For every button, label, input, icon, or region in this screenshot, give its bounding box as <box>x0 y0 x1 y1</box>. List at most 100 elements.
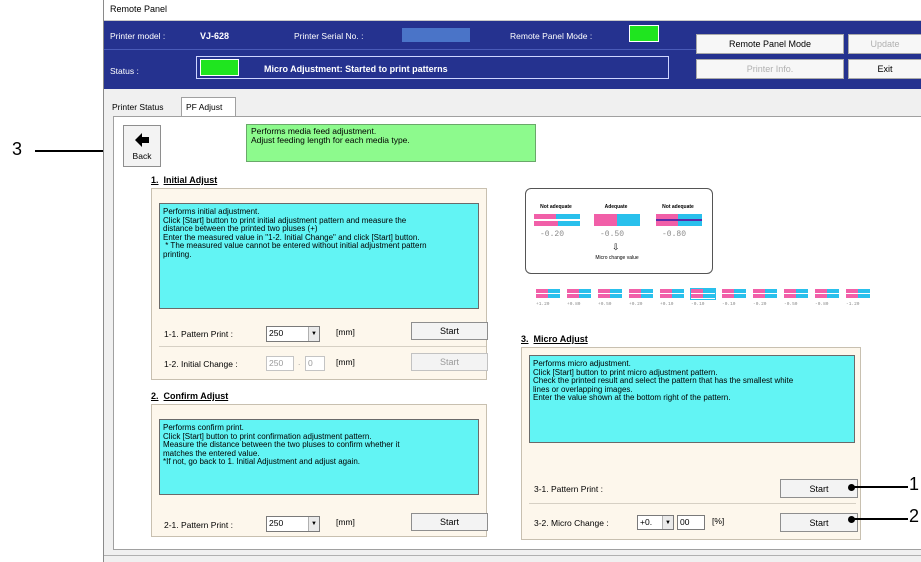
micro-pattern-print-start-button[interactable]: Start <box>780 479 858 498</box>
scale-label-4: +0.10 <box>660 302 674 307</box>
remote-mode-indicator <box>629 25 659 42</box>
scale-label-row: +1.20 +0.80 +0.50 +0.20 +0.10 -0.10 -0.10 -0.20… <box>536 302 880 310</box>
status-indicator <box>200 59 239 76</box>
remote-panel-window: Remote Panel Printer model : VJ-628 Prin… <box>103 0 921 562</box>
micro-change-unit: [%] <box>712 516 725 526</box>
micro-adjust-heading: 3. Micro Adjust <box>521 334 588 344</box>
initial-adjust-heading: 1. Initial Adjust <box>151 175 217 185</box>
exit-button[interactable]: Exit <box>848 59 921 79</box>
scale-pattern-8 <box>784 289 808 299</box>
confirm-adjust-panel: Performs confirm print. Click [Start] bu… <box>151 404 488 537</box>
initial-adjust-description: Performs initial adjustment. Click [Star… <box>159 203 479 309</box>
micro-change-label: 3-2. Micro Change : <box>534 518 609 528</box>
pattern-print-1-value: 250 <box>269 328 284 338</box>
micro-change-sign-value: +0. <box>640 517 653 527</box>
pattern-print-1-unit: [mm] <box>336 327 355 337</box>
diagram-value-mid: -0.50 <box>600 230 625 239</box>
initial-adjust-panel: Performs initial adjustment. Click [Star… <box>151 188 488 380</box>
diagram-value-left: -0.20 <box>540 230 565 239</box>
pattern-print-2-label: 2-1. Pattern Print : <box>164 520 233 530</box>
status-text: Micro Adjustment: Started to print patte… <box>264 64 448 74</box>
scale-label-10: -1.20 <box>846 302 860 307</box>
diagram-value-right: -0.80 <box>662 230 687 239</box>
back-arrow-icon <box>135 132 149 147</box>
initial-change-int-field[interactable]: 250 <box>266 356 294 371</box>
micro-adjust-title: Micro Adjust <box>533 334 588 344</box>
printer-info-button[interactable]: Printer Info. <box>696 59 844 79</box>
info-box: Performs media feed adjustment. Adjust f… <box>246 124 536 162</box>
callout-2-line <box>852 518 908 520</box>
micro-adjust-diagram: Not adequate Adequate Not adequate -0.20… <box>522 185 886 321</box>
back-label: Back <box>132 150 152 161</box>
info-line-2: Adjust feeding length for each media typ… <box>251 135 410 145</box>
micro-change-decimal-field[interactable]: 00 <box>677 515 705 530</box>
printer-model-label: Printer model : <box>110 31 166 41</box>
scale-label-8: -0.50 <box>784 302 798 307</box>
pattern-print-1-label: 1-1. Pattern Print : <box>164 329 233 339</box>
back-button[interactable]: Back <box>123 125 161 167</box>
initial-adjust-title: Initial Adjust <box>163 175 218 185</box>
initial-change-start-button[interactable]: Start <box>411 353 488 371</box>
confirm-adjust-heading: 2. Confirm Adjust <box>151 391 228 401</box>
micro-change-sign-select[interactable]: +0. ▼ <box>637 515 674 530</box>
window-bottom-border <box>104 555 921 556</box>
window-titlebar: Remote Panel <box>104 0 921 21</box>
scale-label-9: -0.80 <box>815 302 829 307</box>
pattern-print-2-start-button[interactable]: Start <box>411 513 488 531</box>
diagram-label-mid: Adequate <box>604 204 628 210</box>
tab-printer-status[interactable]: Printer Status <box>112 102 164 112</box>
update-button[interactable]: Update <box>848 34 921 54</box>
callout-3-label: 3 <box>12 139 23 159</box>
micro-adjust-panel: Performs micro adjustment. Click [Start]… <box>521 347 861 540</box>
chevron-down-icon: ▼ <box>308 517 319 531</box>
scale-pattern-7 <box>753 289 777 299</box>
scale-pattern-5 <box>690 288 716 300</box>
pattern-print-1-select[interactable]: 250 ▼ <box>266 326 320 342</box>
initial-change-unit: [mm] <box>336 357 355 367</box>
scale-pattern-9 <box>815 289 839 299</box>
diagram-scale: +1.20 +0.80 +0.50 +0.20 +0.10 -0.10 -0.10 -0.20… <box>536 288 880 311</box>
diagram-label-right: Not adequate <box>662 204 694 210</box>
diagram-label-left: Not adequate <box>540 204 572 210</box>
header-bar: Printer model : VJ-628 Printer Serial No… <box>104 21 921 89</box>
pattern-print-1-start-button[interactable]: Start <box>411 322 488 340</box>
remote-panel-mode-button[interactable]: Remote Panel Mode <box>696 34 844 54</box>
chevron-down-icon: ▼ <box>662 516 673 529</box>
scale-label-1: +0.80 <box>567 302 581 307</box>
confirm-adjust-title: Confirm Adjust <box>163 391 229 401</box>
micro-pattern-print-label: 3-1. Pattern Print : <box>534 484 603 494</box>
status-label: Status : <box>110 66 139 76</box>
scale-pattern-10 <box>846 289 870 299</box>
scale-label-0: +1.20 <box>536 302 550 307</box>
initial-change-dec-field[interactable]: 0 <box>305 356 325 371</box>
callout-3-line <box>35 150 113 152</box>
scale-label-3: +0.20 <box>629 302 643 307</box>
micro-change-start-button[interactable]: Start <box>780 513 858 532</box>
diagram-pattern-left <box>534 214 580 228</box>
pattern-print-2-value: 250 <box>269 518 284 528</box>
scale-pattern-2 <box>598 289 622 299</box>
diagram-frame: Not adequate Adequate Not adequate -0.20… <box>525 188 713 274</box>
callout-1-line <box>852 486 908 488</box>
scale-label-5: -0.10 <box>691 302 705 307</box>
chevron-down-icon: ▼ <box>308 327 319 341</box>
scale-label-2: +0.50 <box>598 302 612 307</box>
initial-change-label: 1-2. Initial Change : <box>164 359 238 369</box>
printer-serial-label: Printer Serial No. : <box>294 31 364 41</box>
remote-mode-label: Remote Panel Mode : <box>510 31 593 41</box>
confirm-adjust-number: 2. <box>151 391 159 401</box>
window-title: Remote Panel <box>110 4 168 14</box>
pf-adjust-page: Back Performs media feed adjustment. Adj… <box>113 116 921 550</box>
initial-row-divider <box>159 346 486 347</box>
micro-adjust-description: Performs micro adjustment. Click [Start]… <box>529 355 855 443</box>
confirm-adjust-description: Performs confirm print. Click [Start] bu… <box>159 419 479 495</box>
printer-serial-value <box>402 28 470 42</box>
scale-label-6: -0.10 <box>722 302 736 307</box>
initial-adjust-number: 1. <box>151 175 159 185</box>
scale-pattern-1 <box>567 289 591 299</box>
pattern-print-2-select[interactable]: 250 ▼ <box>266 516 320 532</box>
pattern-print-2-unit: [mm] <box>336 517 355 527</box>
tab-pf-adjust[interactable]: PF Adjust <box>181 97 236 117</box>
printer-model-value: VJ-628 <box>200 31 230 41</box>
scale-pattern-6 <box>722 289 746 299</box>
